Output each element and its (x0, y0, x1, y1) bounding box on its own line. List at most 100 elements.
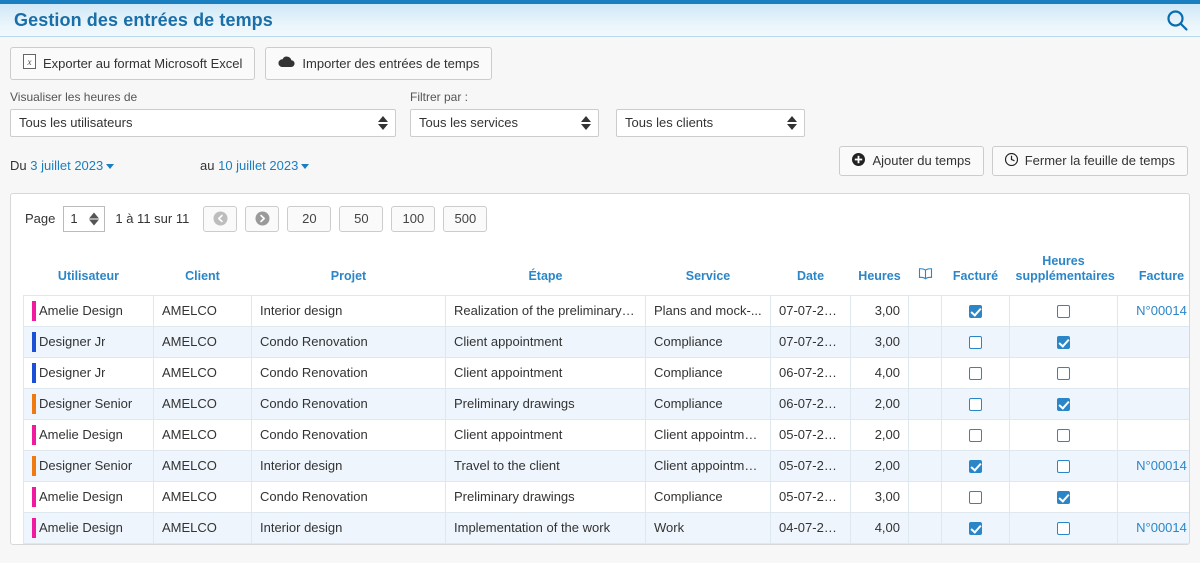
checkbox-unchecked[interactable] (1057, 460, 1070, 474)
table-row[interactable]: Designer Jr AMELCO Condo Renovation Client … (23, 356, 1189, 389)
column-header-projet[interactable]: Projet (252, 250, 446, 296)
checkbox-checked[interactable] (969, 522, 982, 536)
cell-facture-flag[interactable] (941, 294, 1010, 327)
user-color-bar (32, 517, 36, 538)
checkbox-checked[interactable] (1057, 491, 1070, 505)
cell-heures-supplementaires[interactable] (1009, 356, 1118, 389)
column-header-facture-flag[interactable]: Facturé (942, 250, 1010, 296)
cell-utilisateur: Designer Senior (23, 449, 154, 482)
add-time-label: Ajouter du temps (872, 153, 971, 169)
cell-note[interactable] (908, 418, 942, 451)
table-row[interactable]: Amelie Design AMELCO Interior design Implem… (23, 511, 1189, 544)
table-row[interactable]: Amelie Design AMELCO Interior design Realiz… (23, 294, 1189, 327)
cell-etape: Travel to the client (445, 449, 646, 482)
filter-bar: Visualiser les heures de Tous les utilis… (0, 80, 1200, 137)
pagination-range: 1 à 11 sur 11 (115, 211, 190, 227)
cell-heures: 3,00 (850, 294, 909, 327)
cell-facture-flag[interactable] (941, 387, 1010, 420)
column-header-heures[interactable]: Heures (851, 250, 909, 296)
export-excel-button[interactable]: x Exporter au format Microsoft Excel (10, 47, 256, 80)
filter-services-select[interactable]: Tous les services (410, 108, 599, 137)
table-row[interactable]: Designer Senior AMELCO Condo Renovation Pre… (23, 387, 1189, 420)
table-row[interactable]: Amelie Design AMELCO Condo Renovation Preli… (23, 480, 1189, 513)
cell-heures-supplementaires[interactable] (1009, 387, 1118, 420)
column-header-client[interactable]: Client (154, 250, 252, 296)
date-from-picker[interactable]: 3 juillet 2023 (30, 158, 115, 173)
table-row[interactable]: Designer Jr AMELCO Condo Renovation Client … (23, 325, 1189, 358)
page-size-100-button[interactable]: 100 (391, 205, 436, 232)
page-number-value: 1 (70, 211, 78, 227)
checkbox-checked[interactable] (969, 305, 982, 319)
checkbox-unchecked[interactable] (969, 398, 982, 412)
cell-facture-flag[interactable] (941, 480, 1010, 513)
cell-note[interactable] (908, 387, 942, 420)
table-row[interactable]: Amelie Design AMELCO Condo Renovation Clien… (23, 418, 1189, 451)
cell-facture-flag[interactable] (941, 418, 1010, 451)
cell-heures-supplementaires[interactable] (1009, 511, 1118, 544)
import-time-entries-button[interactable]: Importer des entrées de temps (265, 47, 493, 80)
cell-facture-flag[interactable] (941, 449, 1010, 482)
next-page-button[interactable] (245, 205, 280, 232)
cell-date: 05-07-2023 (770, 418, 851, 451)
cell-note[interactable] (908, 356, 942, 389)
checkbox-checked[interactable] (1057, 398, 1070, 412)
cell-note[interactable] (908, 325, 942, 358)
page-size-50-button[interactable]: 50 (339, 205, 384, 232)
checkbox-checked[interactable] (1057, 336, 1070, 350)
cell-facture[interactable]: N°00014 (1117, 511, 1189, 544)
column-header-heures-supplementaires[interactable]: Heures supplémentaires (1010, 250, 1118, 296)
cell-heures-supplementaires[interactable] (1009, 294, 1118, 327)
page-size-500-button[interactable]: 500 (443, 205, 488, 232)
cell-facture[interactable]: N°00014 (1117, 449, 1189, 482)
checkbox-unchecked[interactable] (969, 429, 982, 443)
column-header-service[interactable]: Service (646, 250, 771, 296)
checkbox-unchecked[interactable] (1057, 367, 1070, 381)
cell-heures-supplementaires[interactable] (1009, 325, 1118, 358)
table-header-row: Utilisateur Client Projet Étape Service … (24, 250, 1190, 296)
cell-facture-flag[interactable] (941, 356, 1010, 389)
invoice-link[interactable]: N°00014 (1136, 458, 1187, 473)
cell-note[interactable] (908, 511, 942, 544)
cell-heures-supplementaires[interactable] (1009, 449, 1118, 482)
import-time-entries-label: Importer des entrées de temps (302, 55, 480, 71)
checkbox-unchecked[interactable] (1057, 429, 1070, 443)
cell-heures-supplementaires[interactable] (1009, 480, 1118, 513)
cell-note[interactable] (908, 294, 942, 327)
cell-projet: Interior design (251, 294, 446, 327)
cell-utilisateur: Designer Jr (23, 325, 154, 358)
page-number-stepper[interactable]: 1 (63, 205, 106, 232)
column-header-etape[interactable]: Étape (446, 250, 646, 296)
close-timesheet-button[interactable]: Fermer la feuille de temps (991, 145, 1188, 177)
cell-heures-supplementaires[interactable] (1009, 418, 1118, 451)
column-header-date[interactable]: Date (771, 250, 851, 296)
user-color-bar (32, 362, 36, 383)
checkbox-unchecked[interactable] (1057, 305, 1070, 319)
cell-note[interactable] (908, 480, 942, 513)
cell-etape: Client appointment (445, 418, 646, 451)
filter-by-label: Filtrer par : (410, 89, 469, 104)
select-arrows-icon (378, 115, 388, 130)
user-name: Amelie Design (39, 427, 123, 443)
checkbox-unchecked[interactable] (969, 491, 982, 505)
cell-facture-flag[interactable] (941, 325, 1010, 358)
page-size-20-button[interactable]: 20 (287, 205, 332, 232)
column-header-utilisateur[interactable]: Utilisateur (24, 250, 154, 296)
checkbox-unchecked[interactable] (969, 336, 982, 350)
cell-note[interactable] (908, 449, 942, 482)
invoice-link[interactable]: N°00014 (1136, 303, 1187, 318)
cell-projet: Condo Renovation (251, 418, 446, 451)
filter-clients-select[interactable]: Tous les clients (616, 108, 805, 137)
prev-page-button[interactable] (203, 205, 238, 232)
table-row[interactable]: Designer Senior AMELCO Interior design Trav… (23, 449, 1189, 482)
add-time-button[interactable]: Ajouter du temps (839, 145, 984, 177)
search-icon[interactable] (1162, 5, 1192, 35)
cell-facture[interactable]: N°00014 (1117, 294, 1189, 327)
checkbox-checked[interactable] (969, 460, 982, 474)
checkbox-unchecked[interactable] (1057, 522, 1070, 536)
checkbox-unchecked[interactable] (969, 367, 982, 381)
invoice-link[interactable]: N°00014 (1136, 520, 1187, 535)
date-to-picker[interactable]: 10 juillet 2023 (218, 158, 310, 173)
cell-facture-flag[interactable] (941, 511, 1010, 544)
column-header-facture[interactable]: Facture (1118, 250, 1190, 296)
filter-users-select[interactable]: Tous les utilisateurs (10, 108, 396, 137)
